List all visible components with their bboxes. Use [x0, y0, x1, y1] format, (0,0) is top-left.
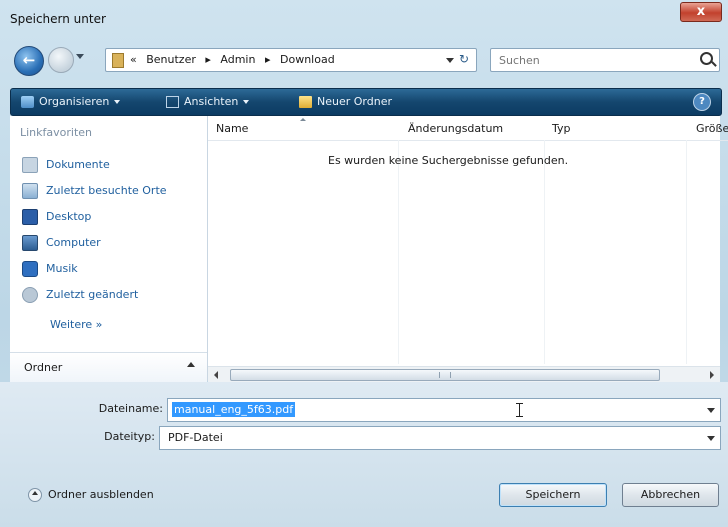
music-icon — [22, 261, 38, 277]
sidebar-item-music[interactable]: Musik — [22, 260, 167, 286]
column-modified-date[interactable]: Änderungsdatum — [408, 122, 503, 135]
column-header-row: Name Änderungsdatum Typ Größe — [208, 116, 728, 141]
search-icon[interactable] — [700, 52, 713, 65]
search-box[interactable] — [490, 48, 720, 72]
command-toolbar: Organisieren Ansichten Neuer Ordner ? — [10, 88, 722, 116]
computer-icon — [22, 235, 38, 251]
help-icon[interactable]: ? — [693, 93, 711, 111]
back-button[interactable]: ← — [14, 46, 44, 76]
sidebar-item-label: Zuletzt geändert — [46, 288, 139, 301]
scrollbar-thumb[interactable] — [230, 369, 660, 381]
text-cursor-icon — [516, 403, 523, 417]
sidebar-item-label: Zuletzt besuchte Orte — [46, 184, 167, 197]
filename-dropdown-icon[interactable] — [707, 408, 715, 413]
desktop-icon — [22, 209, 38, 225]
sidebar-item-label: Computer — [46, 236, 101, 249]
hide-folders-label: Ordner ausblenden — [48, 488, 154, 501]
column-divider — [544, 140, 545, 364]
sidebar-item-computer[interactable]: Computer — [22, 234, 167, 260]
forward-button[interactable] — [48, 47, 74, 73]
sidebar-item-desktop[interactable]: Desktop — [22, 208, 167, 234]
recent-pages-dropdown-icon[interactable] — [76, 54, 84, 59]
save-options-panel: Dateiname: manual_eng_5f63.pdf Dateityp:… — [0, 382, 728, 527]
sidebar-item-label: Dokumente — [46, 158, 110, 171]
hide-folders-toggle[interactable]: Ordner ausblenden — [28, 488, 154, 502]
views-label: Ansichten — [184, 95, 239, 108]
close-button[interactable]: x — [680, 2, 722, 22]
recent-places-icon — [22, 183, 38, 199]
file-list: Name Änderungsdatum Typ Größe Es wurden … — [208, 116, 728, 382]
organize-menu[interactable]: Organisieren — [21, 94, 121, 110]
column-name[interactable]: Name — [216, 122, 248, 135]
folder-icon — [112, 53, 124, 68]
favorites-header: Linkfavoriten — [20, 126, 93, 139]
organize-icon — [21, 96, 34, 108]
filetype-label: Dateityp: — [104, 430, 155, 443]
filetype-select[interactable]: PDF-Datei — [159, 426, 721, 450]
new-folder-button[interactable]: Neuer Ordner — [299, 94, 392, 110]
breadcrumb: « Benutzer ▸ Admin ▸ Download — [130, 53, 341, 66]
views-icon — [166, 96, 179, 108]
favorites-list: Dokumente Zuletzt besuchte Orte Desktop … — [22, 156, 167, 312]
sidebar-item-label: Desktop — [46, 210, 92, 223]
views-menu[interactable]: Ansichten — [166, 94, 250, 110]
breadcrumb-overflow[interactable]: « — [130, 53, 137, 66]
navigation-pane: Linkfavoriten Dokumente Zuletzt besuchte… — [10, 116, 208, 382]
sidebar-item-label: Musik — [46, 262, 78, 275]
filetype-value: PDF-Datei — [168, 431, 223, 444]
breadcrumb-separator[interactable]: ▸ — [205, 53, 211, 66]
folders-label: Ordner — [24, 361, 63, 374]
refresh-icon[interactable]: ↻ — [452, 48, 476, 70]
new-folder-label: Neuer Ordner — [317, 95, 392, 108]
chevron-up-icon — [187, 362, 195, 367]
empty-results-message: Es wurden keine Suchergebnisse gefunden. — [328, 154, 569, 167]
cancel-button[interactable]: Abbrechen — [622, 483, 719, 507]
scrollbar-grip — [439, 372, 451, 378]
sidebar-item-recently-changed[interactable]: Zuletzt geändert — [22, 286, 167, 312]
column-divider — [398, 140, 399, 364]
column-divider — [686, 140, 687, 364]
folders-toggle[interactable]: Ordner — [10, 352, 207, 382]
organize-label: Organisieren — [39, 95, 110, 108]
breadcrumb-admin[interactable]: Admin — [220, 53, 255, 66]
scroll-left-icon[interactable] — [214, 371, 218, 379]
scroll-right-icon[interactable] — [710, 371, 714, 379]
column-size[interactable]: Größe — [696, 122, 728, 135]
documents-icon — [22, 157, 38, 173]
breadcrumb-benutzer[interactable]: Benutzer — [146, 53, 196, 66]
collapse-icon — [28, 488, 42, 502]
breadcrumb-download[interactable]: Download — [280, 53, 335, 66]
recently-changed-icon — [22, 287, 38, 303]
filename-value[interactable]: manual_eng_5f63.pdf — [172, 402, 296, 417]
window-title: Speichern unter — [10, 12, 106, 26]
filename-field[interactable]: manual_eng_5f63.pdf — [167, 398, 721, 422]
save-as-dialog: Speichern unter x ← « Benutzer ▸ Admin ▸… — [0, 0, 728, 527]
organize-caret-icon — [114, 100, 121, 104]
new-folder-icon — [299, 96, 312, 108]
filetype-dropdown-icon[interactable] — [707, 436, 715, 441]
search-input[interactable] — [497, 51, 681, 69]
filename-label: Dateiname: — [98, 402, 163, 415]
more-favorites-link[interactable]: Weitere » — [50, 318, 102, 331]
sidebar-item-documents[interactable]: Dokumente — [22, 156, 167, 182]
sidebar-item-recent-places[interactable]: Zuletzt besuchte Orte — [22, 182, 167, 208]
sort-indicator-icon — [300, 118, 306, 121]
address-bar[interactable]: « Benutzer ▸ Admin ▸ Download — [105, 48, 477, 72]
views-caret-icon — [243, 100, 250, 104]
title-bar: Speichern unter x — [0, 0, 728, 34]
save-button[interactable]: Speichern — [499, 483, 607, 507]
horizontal-scrollbar[interactable] — [208, 366, 720, 382]
column-type[interactable]: Typ — [552, 122, 571, 135]
breadcrumb-separator[interactable]: ▸ — [265, 53, 271, 66]
navigation-bar: ← « Benutzer ▸ Admin ▸ Download ↻ — [0, 34, 728, 82]
